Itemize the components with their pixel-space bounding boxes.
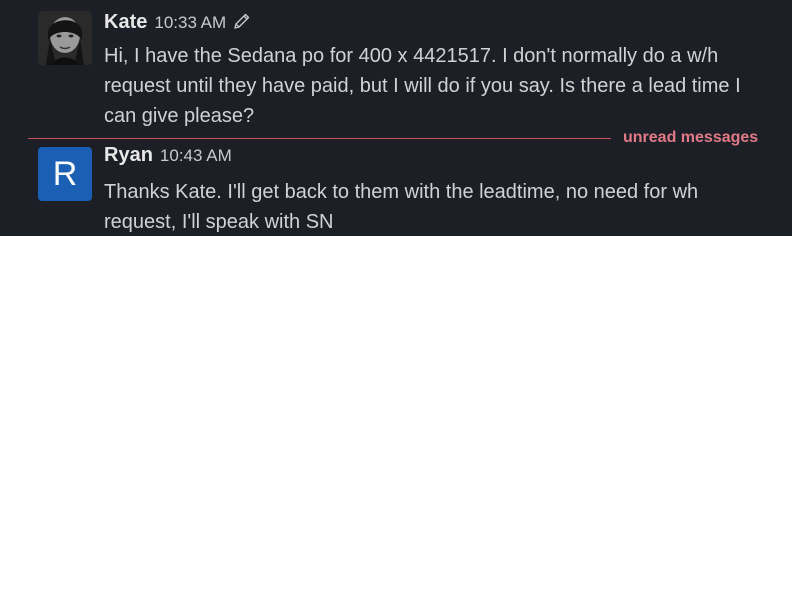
avatar[interactable]: R (38, 147, 92, 201)
pencil-icon (232, 11, 252, 31)
timestamp[interactable]: 10:43 AM (160, 146, 232, 166)
message-header: Kate 10:33 AM (104, 8, 252, 38)
chat-panel: Kate 10:33 AM Hi, I have the Sedana po f… (0, 0, 792, 236)
unread-divider-line (28, 138, 611, 139)
sender-name[interactable]: Kate (104, 11, 147, 34)
message-header: Ryan 10:43 AM (104, 144, 232, 174)
message-text: Hi, I have the Sedana po for 400 x 44215… (104, 45, 741, 127)
avatar[interactable] (38, 11, 92, 65)
timestamp[interactable]: 10:33 AM (154, 13, 226, 33)
message-text: Thanks Kate. I'll get back to them with … (104, 181, 699, 233)
unread-messages-label: unread messages (623, 129, 759, 146)
sender-name[interactable]: Ryan (104, 144, 153, 167)
avatar-photo-icon (38, 11, 92, 65)
